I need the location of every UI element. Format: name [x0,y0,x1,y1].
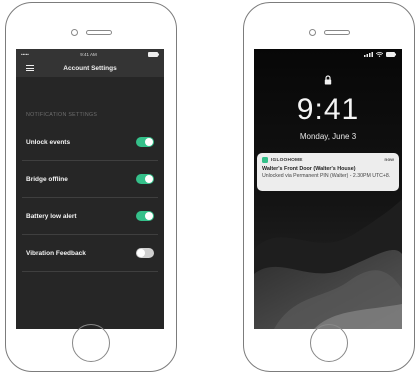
notification-header: IGLOOHOME now [262,156,394,164]
speaker-grille [324,30,350,35]
bridge-offline-toggle[interactable] [136,174,154,184]
phone-right: 9:41 Monday, June 3 IGLOOHOME now Walter… [243,2,415,372]
front-camera [309,29,316,36]
settings-screen: ••••• 9:41 AM Account Settings NOTIFICAT… [16,49,164,329]
battery-low-alert-toggle[interactable] [136,211,154,221]
notification-body: Unlocked via Permanent PIN (Walter) - 2.… [262,173,391,179]
toggle-knob [145,212,153,220]
notification-app-name: IGLOOHOME [271,157,303,163]
toggle-knob [137,249,145,257]
toggle-knob [145,175,153,183]
cellular-signal-icon [364,52,373,57]
lock-time: 9:41 [296,93,360,126]
page-title: Account Settings [63,65,117,72]
signal-indicator: ••••• [21,52,29,57]
speaker-grille [86,30,112,35]
status-time: 9:41 AM [80,52,97,57]
setting-row-bridge-offline: Bridge offline [22,161,158,198]
notification-card[interactable]: IGLOOHOME now Walter's Front Door (Walte… [257,153,399,191]
home-button[interactable] [72,324,110,362]
battery-icon [148,52,159,57]
setting-label: Battery low alert [26,212,77,220]
lock-status-bar [364,52,396,57]
unlock-events-toggle[interactable] [136,137,154,147]
notification-app: IGLOOHOME [262,157,303,163]
igloohome-app-icon [262,157,268,163]
setting-label: Vibration Feedback [26,249,86,257]
battery-icon [386,52,396,57]
app-bar: Account Settings [16,60,164,77]
setting-row-battery-low-alert: Battery low alert [22,198,158,235]
setting-row-vibration-feedback: Vibration Feedback [22,235,158,272]
notification-title: Walter's Front Door (Walter's House) [262,166,356,172]
front-camera [71,29,78,36]
setting-row-unlock-events: Unlock events [22,124,158,161]
home-button[interactable] [310,324,348,362]
notification-time: now [384,157,394,163]
lock-icon [324,75,332,85]
section-label: NOTIFICATION SETTINGS [26,112,98,118]
wifi-icon [376,52,383,57]
status-bar: ••••• 9:41 AM [16,49,164,60]
lock-screen: 9:41 Monday, June 3 IGLOOHOME now Walter… [254,49,402,329]
lock-date: Monday, June 3 [299,132,357,141]
toggle-knob [145,138,153,146]
setting-label: Unlock events [26,138,71,146]
vibration-feedback-toggle[interactable] [136,248,154,258]
settings-list: Unlock events Bridge offline Battery low… [16,124,164,272]
menu-icon[interactable] [26,65,34,71]
setting-label: Bridge offline [26,175,68,183]
phone-left: ••••• 9:41 AM Account Settings NOTIFICAT… [5,2,177,372]
